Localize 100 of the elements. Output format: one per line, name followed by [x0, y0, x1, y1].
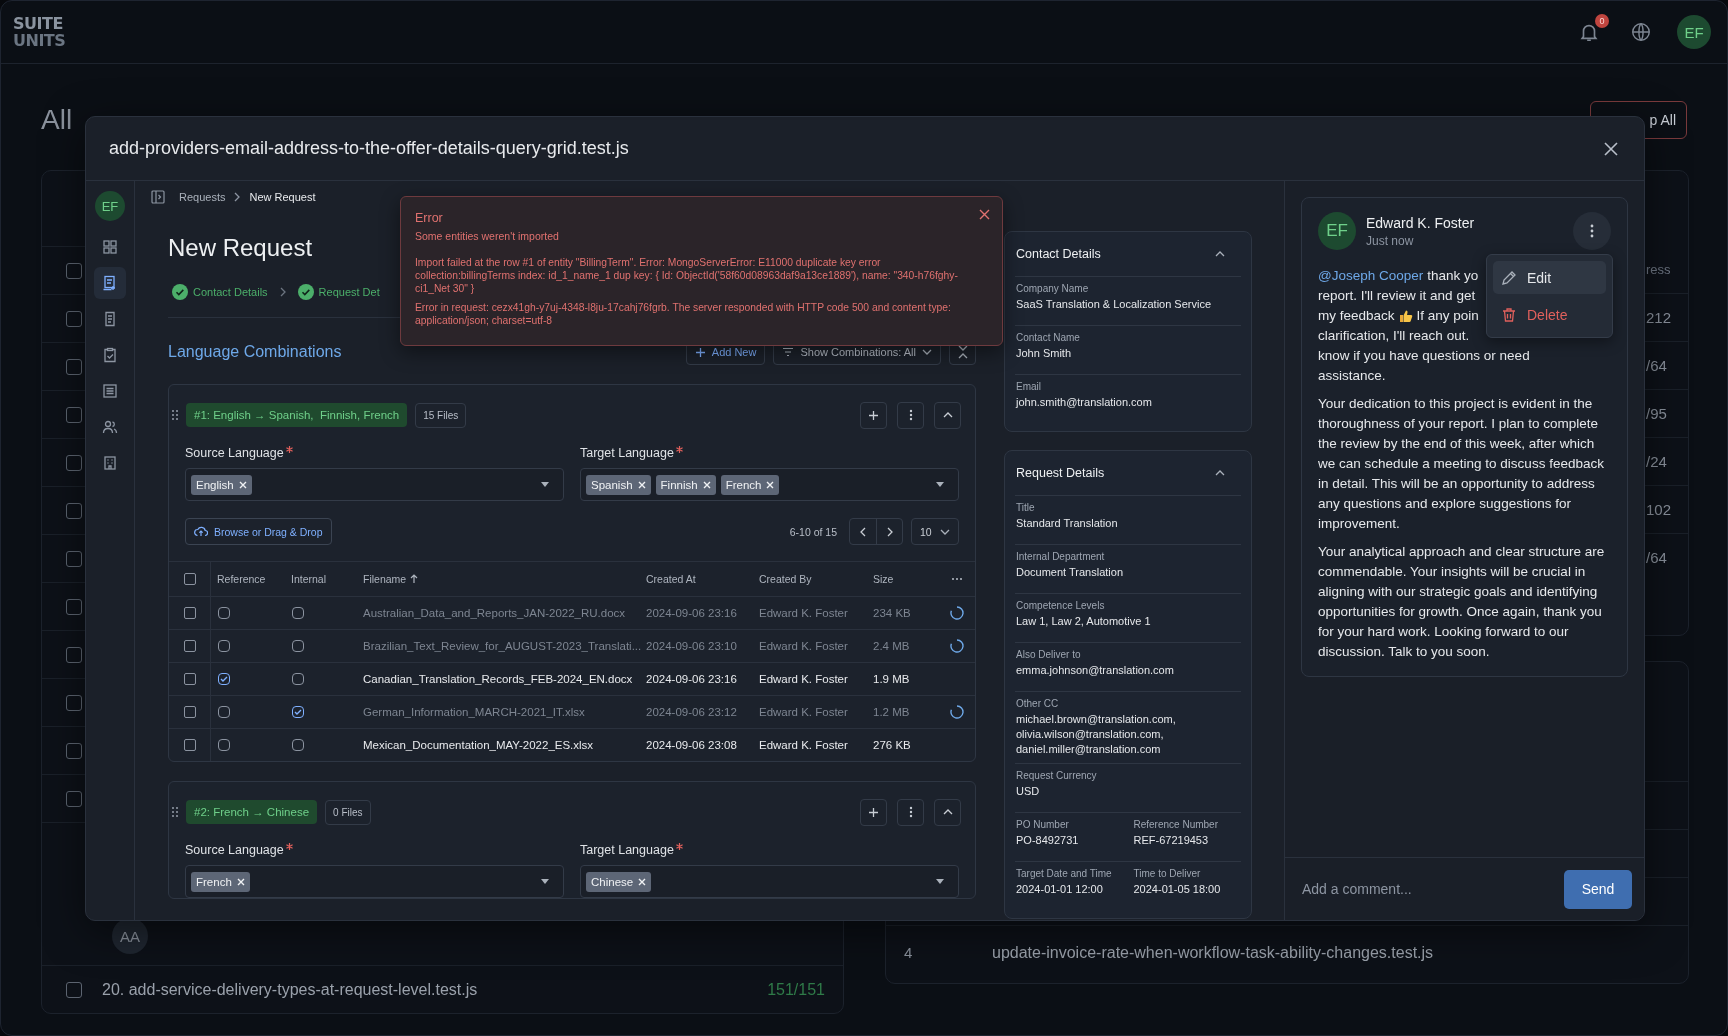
user-avatar[interactable]: EF: [1677, 15, 1711, 49]
checkbox[interactable]: [66, 310, 82, 327]
checkbox[interactable]: [66, 790, 82, 807]
combination-tag: #2: French → Chinese: [186, 800, 318, 824]
checkbox[interactable]: [66, 406, 82, 423]
page-size-select[interactable]: 10: [911, 518, 959, 545]
step-label[interactable]: Contact Details: [193, 285, 268, 298]
dropdown-caret-icon: [541, 482, 549, 487]
source-language-select[interactable]: English: [185, 468, 564, 501]
table-cell: 2024-09-06 23:10: [646, 640, 737, 652]
upload-button[interactable]: Browse or Drag & Drop: [185, 518, 332, 545]
column-header[interactable]: Created At: [646, 573, 696, 585]
column-header[interactable]: Reference: [217, 573, 266, 585]
target-language-select[interactable]: Chinese: [580, 865, 959, 898]
remove-icon[interactable]: [638, 877, 647, 886]
reference-checkbox[interactable]: [218, 739, 230, 751]
comment-text: assistance.: [1318, 367, 1386, 385]
column-header[interactable]: Created By: [759, 573, 812, 585]
dialog-title: add-providers-email-address-to-the-offer-details-query-grid.test.js: [109, 138, 629, 159]
row-checkbox[interactable]: [183, 673, 196, 685]
checkbox[interactable]: [66, 502, 82, 519]
sort-arrow-icon[interactable]: [410, 574, 419, 584]
internal-checkbox[interactable]: [292, 739, 304, 751]
send-button[interactable]: Send: [1564, 869, 1632, 909]
internal-checkbox[interactable]: [292, 706, 304, 718]
checkbox[interactable]: [66, 262, 82, 279]
error-message: Error in request: cezx41gh-y7uj-4348-l8ju-17cahj76fgrb. The server responded with HTTP code 500 and content type: application/json; charset=utf-8: [415, 301, 952, 327]
comment-input[interactable]: Add a comment...: [1300, 880, 1564, 898]
form-title: New Request: [168, 233, 313, 263]
checkbox[interactable]: [66, 742, 82, 759]
remove-icon[interactable]: [238, 480, 247, 489]
internal-checkbox[interactable]: [292, 673, 304, 685]
field-label: Target Date and Time: [1016, 868, 1113, 879]
source-language-select[interactable]: French: [185, 865, 564, 898]
target-language-select[interactable]: Spanish Finnish French: [580, 468, 959, 501]
field-label: Title: [1016, 502, 1036, 513]
table-cell: 276 KB: [873, 739, 911, 751]
reference-checkbox[interactable]: [218, 706, 230, 718]
chevron-up-icon[interactable]: [1215, 251, 1225, 257]
row-checkbox[interactable]: [183, 739, 196, 751]
add-icon[interactable]: [860, 798, 887, 826]
field-label: Target Language: [580, 843, 674, 857]
table-cell: 2024-09-06 23:08: [646, 739, 737, 751]
drag-handle-icon[interactable]: [171, 409, 179, 421]
remove-icon[interactable]: [766, 480, 775, 489]
checkbox[interactable]: [66, 646, 82, 663]
field-label: Time to Deliver: [1133, 868, 1202, 879]
close-icon[interactable]: [979, 209, 990, 220]
reference-checkbox[interactable]: [218, 607, 230, 619]
select-all-checkbox[interactable]: [183, 573, 196, 585]
chevron-up-icon[interactable]: [1215, 470, 1225, 476]
test-name: update-invoice-rate-when-workflow-task-ability-changes.test.js: [992, 943, 1434, 962]
row-checkbox[interactable]: [183, 640, 196, 652]
checkbox[interactable]: [66, 550, 82, 567]
language-chip: English: [191, 474, 252, 495]
field-value: Standard Translation: [1016, 516, 1119, 531]
table-cell: Edward K. Foster: [759, 673, 848, 685]
reference-checkbox[interactable]: [218, 673, 230, 685]
column-header[interactable]: Filename: [363, 573, 407, 585]
field-label: Email: [1016, 381, 1042, 392]
remove-icon[interactable]: [236, 877, 245, 886]
row-checkbox[interactable]: [183, 607, 196, 619]
table-cell: 1.2 MB: [873, 706, 910, 718]
field-value: USD: [1016, 784, 1041, 799]
delete-menu-item[interactable]: Delete: [1493, 298, 1606, 331]
chevron-up-icon[interactable]: [934, 798, 961, 826]
checkbox[interactable]: [66, 454, 82, 471]
checkbox[interactable]: [66, 358, 82, 375]
add-icon[interactable]: [860, 401, 887, 429]
error-title: Error: [415, 211, 444, 225]
breadcrumb-link[interactable]: Requests: [179, 191, 226, 203]
table-cell: German_Information_MARCH-2021_IT.xlsx: [363, 706, 585, 718]
remove-icon[interactable]: [702, 480, 711, 489]
edit-menu-item[interactable]: Edit: [1493, 261, 1606, 294]
chevron-up-icon[interactable]: [934, 401, 961, 429]
row-checkbox[interactable]: [183, 706, 196, 718]
new-request-icon[interactable]: [94, 267, 126, 299]
file-count: 0 Files: [325, 799, 371, 825]
sidebar-toggle-icon[interactable]: [151, 190, 165, 204]
language-button[interactable]: [1629, 20, 1653, 44]
more-icon[interactable]: [951, 577, 963, 581]
drag-handle-icon[interactable]: [171, 806, 179, 818]
card-title: Request Details: [1016, 466, 1105, 480]
mention-link[interactable]: @Joseph Cooper: [1318, 266, 1424, 286]
spinner-icon: [950, 639, 964, 653]
checkbox[interactable]: [66, 694, 82, 711]
reference-checkbox[interactable]: [218, 640, 230, 652]
internal-checkbox[interactable]: [292, 607, 304, 619]
checkbox[interactable]: [66, 981, 82, 998]
column-header[interactable]: Size: [873, 573, 894, 585]
combination-tag: #1: English → Spanish, Finnish, French: [186, 403, 408, 427]
internal-checkbox[interactable]: [292, 640, 304, 652]
breadcrumb-link[interactable]: New Request: [249, 191, 316, 203]
checkbox[interactable]: [66, 598, 82, 615]
step-label[interactable]: Request Det: [318, 285, 380, 298]
chevron-down-icon: [940, 528, 950, 535]
column-header[interactable]: Internal: [291, 573, 327, 585]
filter-icon: [782, 347, 795, 357]
chevron-down-icon: [922, 349, 932, 355]
remove-icon[interactable]: [637, 480, 646, 489]
